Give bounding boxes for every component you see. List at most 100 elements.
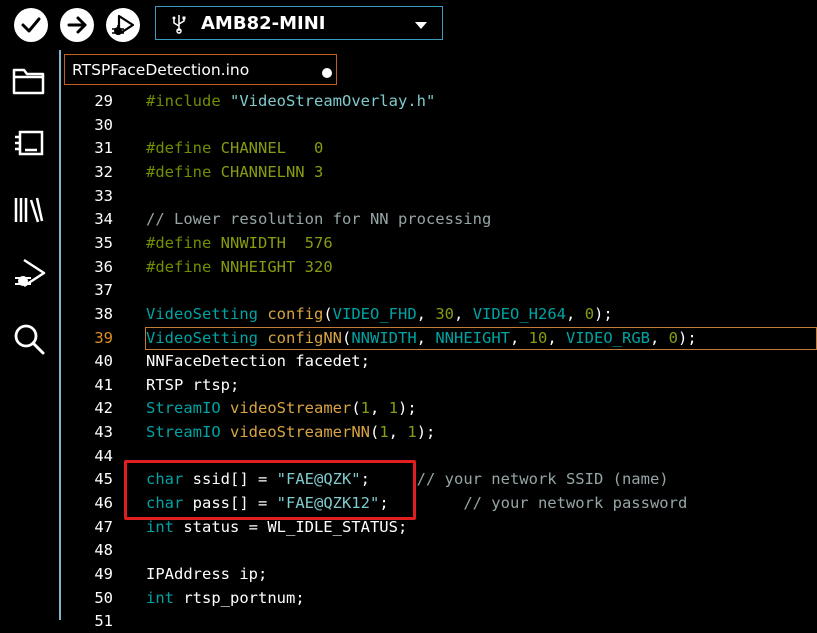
line-number: 38 [94, 304, 113, 323]
library-icon[interactable] [12, 194, 46, 226]
code-token: configNN [267, 328, 342, 347]
code-token: VIDEO_H264 [472, 304, 567, 323]
code-token: , [566, 304, 585, 323]
tab-bar: RTSPFaceDetection.ino [61, 50, 817, 90]
arrow-right-icon [67, 16, 87, 34]
code-token: 320 [304, 257, 333, 276]
code-token: rtsp_portnum; [174, 588, 305, 607]
code-token: NNFaceDetection facedet; [146, 352, 370, 371]
chevron-down-icon [415, 22, 427, 29]
code-line[interactable]: 39 VideoSetting configNN(NNWIDTH, NNHEIGH… [61, 326, 817, 350]
code-text: #define NNHEIGHT 320 [146, 258, 333, 276]
code-token: ); [398, 399, 417, 418]
debug-button[interactable] [106, 8, 140, 42]
code-token: videoStreamerNN [230, 423, 370, 442]
code-line[interactable]: 32 #define CHANNELNN 3 [61, 161, 817, 184]
code-token: NNWIDTH [220, 233, 305, 252]
board-name: AMB82-MINI [201, 13, 326, 34]
tab-sketch-file[interactable]: RTSPFaceDetection.ino [64, 54, 337, 85]
code-line[interactable]: 37 [61, 279, 817, 302]
code-token: videoStreamer [230, 399, 352, 418]
code-line[interactable]: 29 #include "VideoStreamOverlay.h" [61, 90, 817, 113]
line-number: 34 [94, 210, 113, 229]
code-line[interactable]: 51 [61, 610, 817, 633]
code-token: CHANNELNN [220, 162, 314, 181]
code-token: , [370, 399, 389, 418]
code-line[interactable]: 34 // Lower resolution for NN processing [61, 208, 817, 231]
line-number: 51 [94, 612, 113, 631]
code-token: 1 [360, 399, 371, 418]
code-token: , [547, 328, 566, 347]
code-token: NNHEIGHT [220, 257, 305, 276]
code-line[interactable]: 33 [61, 185, 817, 208]
code-token: , [650, 328, 669, 347]
search-icon[interactable] [12, 322, 46, 358]
code-line[interactable]: 40 NNFaceDetection facedet; [61, 350, 817, 373]
code-line[interactable]: 38 VideoSetting config(VIDEO_FHD, 30, VID… [61, 303, 817, 326]
code-token: 30 [435, 304, 455, 323]
code-token: , [416, 304, 436, 323]
line-number: 41 [94, 375, 113, 394]
code-token: int [146, 517, 174, 536]
code-line[interactable]: 48 [61, 539, 817, 562]
code-line[interactable]: 43 StreamIO videoStreamerNN(1, 1); [61, 421, 817, 444]
code-token: #define [146, 257, 221, 276]
unsaved-dot-icon [322, 68, 332, 78]
code-token: 0 [313, 139, 324, 158]
code-token: , [509, 328, 529, 347]
code-text: IPAddress ip; [146, 565, 267, 583]
line-number: 30 [94, 115, 113, 134]
code-line[interactable]: 41 RTSP rtsp; [61, 374, 817, 397]
code-line[interactable]: 31 #define CHANNEL 0 [61, 137, 817, 160]
code-editor[interactable]: 29 #include "VideoStreamOverlay.h" 30 31 #de… [61, 90, 817, 630]
code-token: VIDEO_FHD [332, 304, 417, 323]
code-line[interactable]: 50 int rtsp_portnum; [61, 587, 817, 610]
toolbar: AMB82-MINI [0, 0, 817, 50]
code-token: "VideoStreamOverlay.h" [230, 92, 436, 110]
code-line[interactable]: 49 IPAddress ip; [61, 563, 817, 586]
code-token: #define [146, 162, 221, 181]
code-token: StreamIO [146, 423, 230, 442]
line-number: 42 [94, 399, 113, 418]
code-text: StreamIO videoStreamerNN(1, 1); [146, 423, 435, 441]
code-line[interactable]: 30 [61, 114, 817, 137]
line-number: 44 [94, 446, 113, 465]
code-token: 1 [379, 423, 389, 442]
code-line[interactable]: 36 #define NNHEIGHT 320 [61, 256, 817, 279]
folder-icon[interactable] [12, 66, 46, 96]
code-line[interactable]: 35 #define NNWIDTH 576 [61, 232, 817, 255]
board-selector[interactable]: AMB82-MINI [155, 6, 443, 40]
code-text: #include "VideoStreamOverlay.h" [146, 92, 435, 110]
code-token: VIDEO_RGB [566, 328, 650, 347]
code-token: 1 [388, 399, 399, 418]
line-number: 40 [94, 352, 113, 371]
debug-icon[interactable] [12, 256, 48, 292]
code-token: RTSP rtsp; [146, 375, 240, 394]
code-token: #include [146, 92, 230, 110]
code-text: StreamIO videoStreamer(1, 1); [146, 399, 417, 417]
code-token: // Lower resolution for NN processing [146, 210, 492, 229]
code-token: 576 [304, 233, 333, 252]
code-token: 3 [313, 162, 324, 181]
code-token: ); [594, 304, 613, 323]
line-number: 46 [94, 494, 113, 513]
code-token: 0 [584, 304, 595, 323]
code-token: status = WL_IDLE_STATUS; [174, 517, 408, 536]
code-token: , [388, 423, 408, 442]
code-token: ( [369, 423, 380, 442]
code-text: RTSP rtsp; [146, 376, 239, 394]
line-number: 33 [94, 186, 113, 205]
upload-button[interactable] [60, 8, 94, 42]
verify-button[interactable] [14, 8, 48, 42]
code-token: NNWIDTH [351, 328, 417, 347]
code-token: IPAddress ip; [146, 565, 268, 583]
code-line[interactable]: 42 StreamIO videoStreamer(1, 1); [61, 397, 817, 420]
code-token: CHANNEL [220, 139, 314, 158]
board-icon[interactable] [12, 128, 46, 160]
code-token: // your network SSID (name) [416, 470, 669, 489]
code-text: int rtsp_portnum; [146, 589, 305, 607]
code-text: VideoSetting config(VIDEO_FHD, 30, VIDEO… [146, 305, 613, 323]
code-token: #define [146, 233, 221, 252]
code-text: #define NNWIDTH 576 [146, 234, 333, 252]
code-token: ( [341, 328, 352, 347]
